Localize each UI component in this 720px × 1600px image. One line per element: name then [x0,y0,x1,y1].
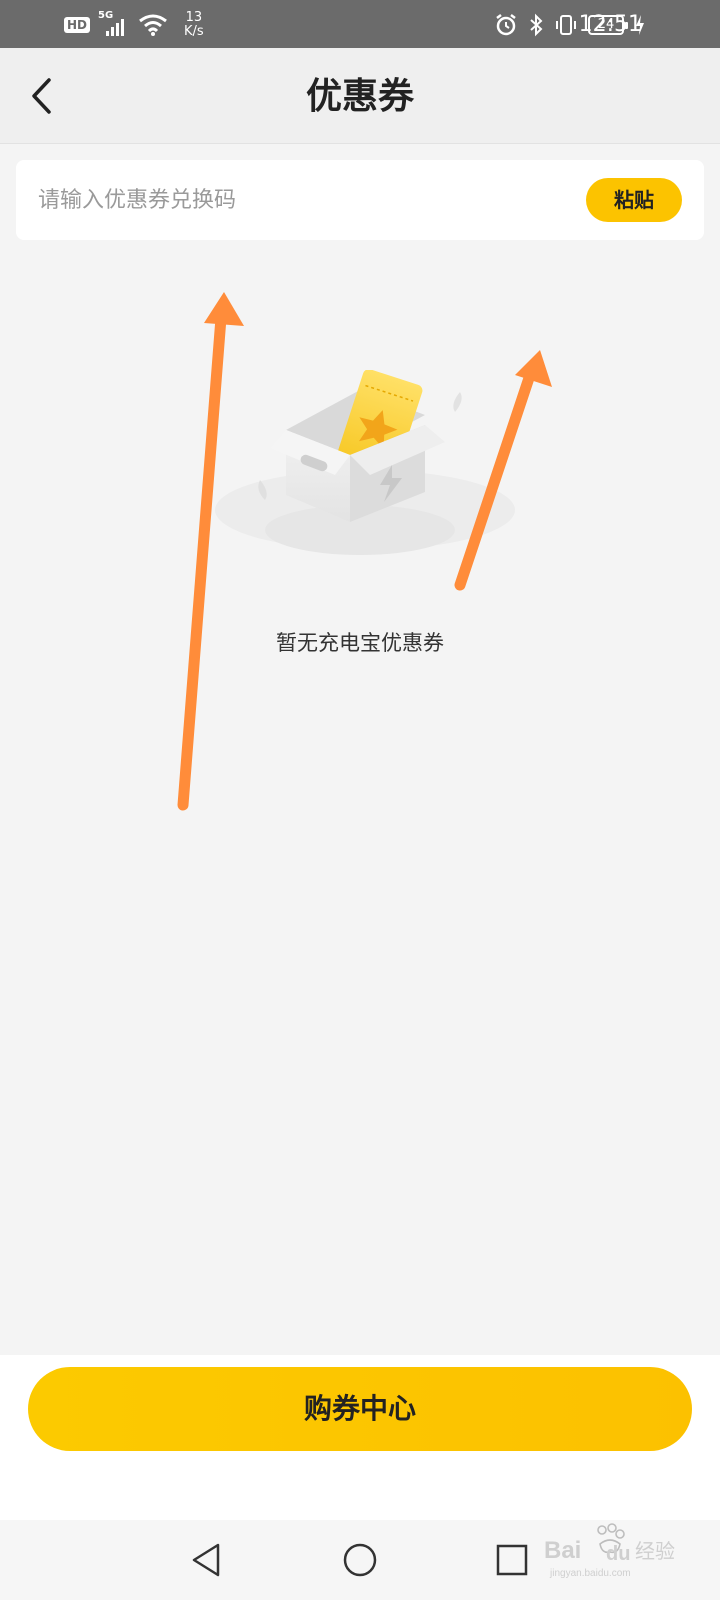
nav-home-button[interactable] [340,1540,380,1580]
svg-text:经验: 经验 [635,1539,675,1563]
alarm-icon [496,14,516,36]
square-recent-icon [496,1544,528,1576]
speed-unit: K/s [184,24,204,39]
coupon-code-input[interactable] [38,180,558,220]
coupon-code-card: 粘贴 [16,160,704,240]
vibrate-icon [556,15,576,35]
status-bar: HD 5G 13 K/s 24 12:51 [0,0,720,48]
svg-text:jingyan.baidu.com: jingyan.baidu.com [549,1568,631,1579]
circle-home-icon [343,1543,377,1577]
buy-coupon-center-button[interactable]: 购券中心 [28,1367,692,1451]
svg-text:Bai: Bai [544,1537,581,1564]
signal-icon: 5G [98,10,130,38]
wifi-icon [139,14,167,36]
svg-text:du: du [606,1543,630,1565]
paste-button[interactable]: 粘贴 [586,178,682,222]
nav-recent-button[interactable] [492,1540,532,1580]
baidu-jingyan-logo: Bai du 经验 jingyan.baidu.com [544,1523,675,1579]
empty-box-ticket-icon [215,370,515,555]
speed-value: 13 [185,10,203,25]
network-speed: 13 K/s [184,11,204,39]
app-header: 优惠券 [0,48,720,144]
triangle-back-icon [192,1543,220,1577]
status-left: HD 5G 13 K/s [64,10,204,40]
nav-back-button[interactable] [186,1540,226,1580]
page-title: 优惠券 [305,75,414,117]
clock: 12:51 [578,12,642,37]
bluetooth-icon [530,13,543,37]
bottom-panel: 购券中心 [0,1355,720,1520]
hd-badge: HD [64,17,91,33]
empty-state-message: 暂无充电宝优惠券 [276,631,444,655]
